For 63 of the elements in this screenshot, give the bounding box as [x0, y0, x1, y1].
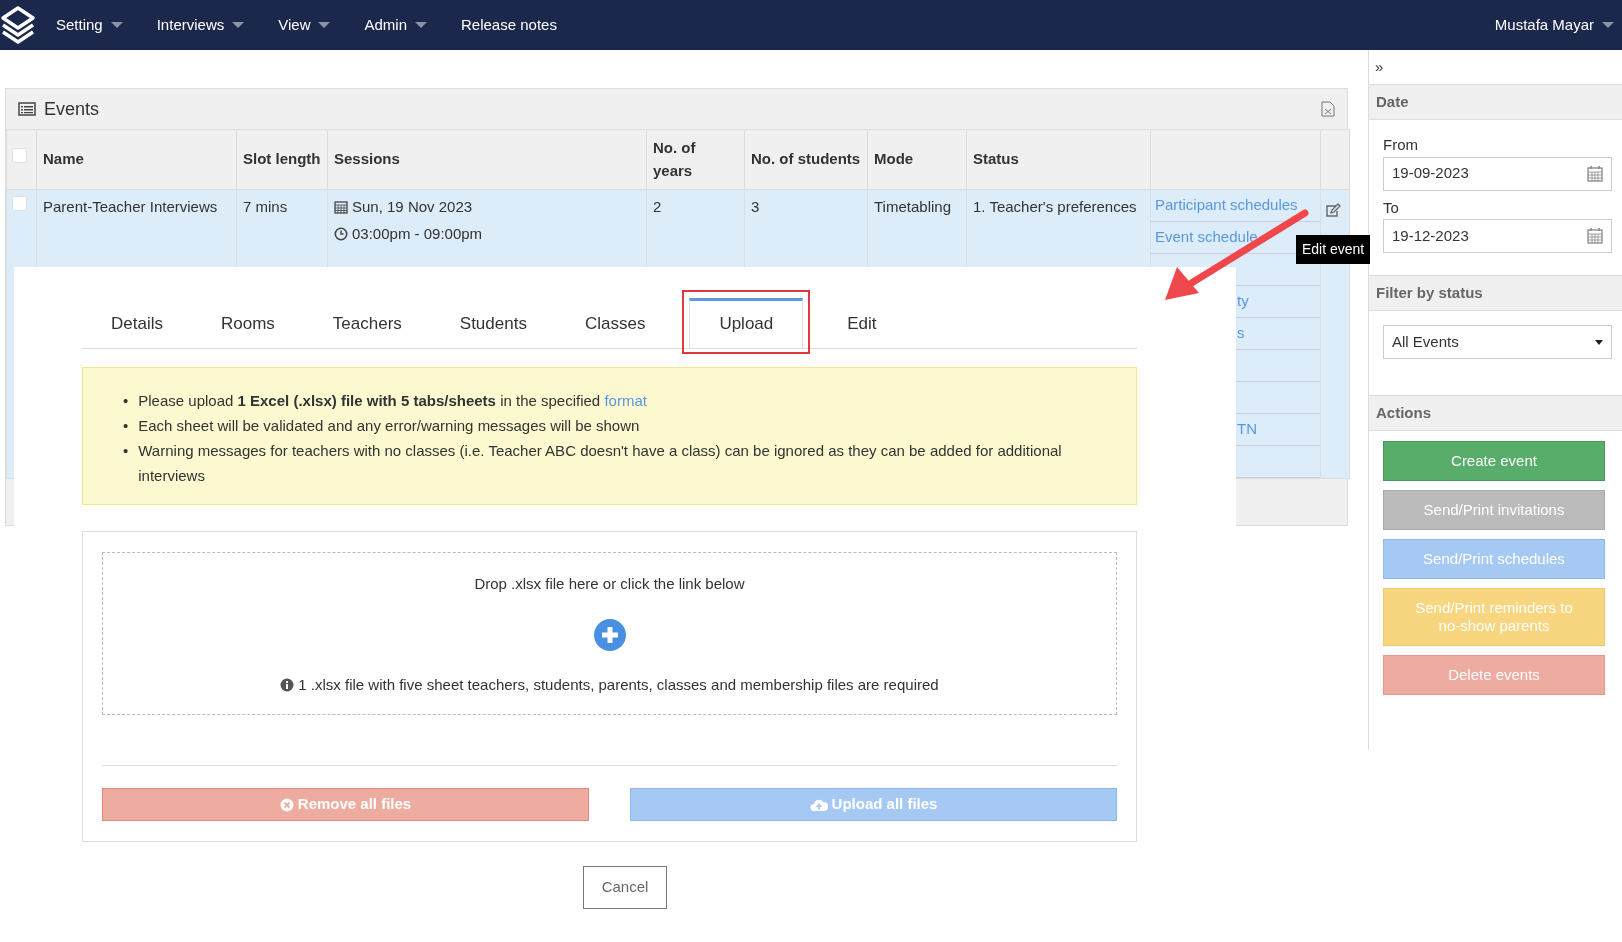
list-icon: [18, 102, 36, 116]
field-label: From: [1383, 135, 1418, 155]
checkbox[interactable]: [12, 196, 27, 211]
date-field[interactable]: 19-12-2023: [1383, 219, 1612, 253]
spreadsheet-icon[interactable]: [1321, 101, 1335, 117]
instruction-text: Warning messages for teachers with no classes (i.e. Teacher ABC doesn't have a class) can be ignored as they can be added for additional interviews: [138, 441, 1063, 486]
calendar-icon: [334, 200, 348, 215]
column-header: Sessions: [334, 150, 400, 168]
checkbox[interactable]: [12, 148, 27, 163]
instruction-text: Each sheet will be validated and any error/warning messages will be shown: [138, 416, 640, 436]
collapse-toggle[interactable]: »: [1375, 58, 1384, 75]
tab[interactable]: Edit: [818, 297, 906, 348]
nav-menu-item[interactable]: View: [278, 13, 331, 37]
status-select[interactable]: All Events: [1383, 325, 1612, 359]
tab[interactable]: Upload: [682, 289, 811, 354]
column-header: Slot length: [243, 150, 321, 168]
tab[interactable]: Students: [430, 297, 556, 348]
field-label: To: [1383, 197, 1399, 218]
info-icon: [280, 677, 295, 692]
bullet: •: [123, 441, 129, 461]
add-icon[interactable]: [592, 617, 627, 652]
table-cell-text: 03:00pm - 09:00pm: [352, 223, 483, 244]
close-icon: [279, 797, 294, 812]
nav-menu-item[interactable]: Interviews: [156, 13, 245, 37]
edit-icon[interactable]: [1325, 202, 1341, 218]
section-header: Date: [1369, 84, 1622, 120]
stack-logo-icon: [0, 5, 36, 45]
column-header: Name: [43, 150, 84, 168]
table-cell: 1. Teacher's preferences: [973, 198, 1137, 215]
calendar-icon: [1587, 228, 1603, 244]
table-cell: 7 mins: [243, 198, 288, 215]
instruction-text: Please upload 1 Excel (.xlsx) file with 5 tabs/sheets in the specified format: [138, 391, 647, 411]
table-cell-text: Sun, 19 Nov 2023: [352, 197, 473, 217]
section-header: Filter by status: [1369, 275, 1622, 311]
nav-menu-item[interactable]: Setting: [56, 13, 123, 37]
table-cell: Parent-Teacher Interviews: [43, 198, 218, 215]
section-header: Actions: [1369, 395, 1622, 431]
tab[interactable]: Details: [82, 297, 192, 348]
column-header: Status: [973, 150, 1019, 168]
dropzone-note: 1 .xlsx file with five sheet teachers, students, parents, classes and membership files are required: [298, 674, 939, 695]
table-cell: 3: [751, 198, 760, 215]
panel-title: Events: [44, 97, 100, 121]
nav-menu-item[interactable]: Admin: [364, 13, 427, 37]
date-field[interactable]: 19-09-2023: [1383, 156, 1612, 191]
cancel-button[interactable]: Cancel: [582, 866, 668, 909]
column-header: No. of students: [751, 150, 861, 168]
cloud-upload-icon: [809, 797, 828, 812]
table-cell: Timetabling: [874, 198, 951, 215]
bullet: •: [123, 416, 129, 436]
dropzone-prompt: Drop .xlsx file here or click the link below: [474, 574, 745, 594]
user-menu[interactable]: Mustafa Mayar: [1494, 13, 1614, 37]
column-header: No. of years: [653, 139, 696, 179]
tab[interactable]: Rooms: [191, 297, 304, 348]
bullet: •: [123, 391, 129, 411]
column-header: Mode: [874, 150, 914, 168]
tooltip: Edit event: [1296, 235, 1371, 264]
clock-icon: [334, 226, 348, 241]
nav-menu-item[interactable]: Release notes: [461, 13, 557, 37]
table-cell: 2: [653, 198, 662, 215]
tab[interactable]: Classes: [555, 297, 675, 348]
tab[interactable]: Teachers: [303, 297, 431, 348]
calendar-icon: [1587, 165, 1603, 182]
drop-zone[interactable]: Drop .xlsx file here or click the link below 1 .xlsx file with five sheet teachers, students, parents, classes and membership files are required: [102, 552, 1117, 715]
